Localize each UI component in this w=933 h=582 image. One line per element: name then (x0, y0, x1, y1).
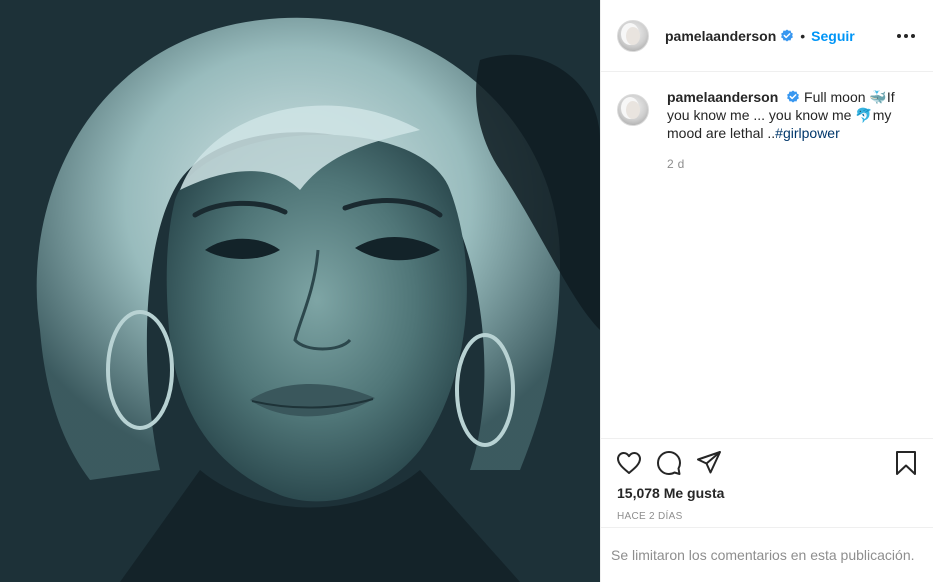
post-caption: pamelaanderson Full moon 🐳If you know me… (617, 88, 917, 173)
caption-time-ago[interactable]: 2 d (667, 155, 917, 173)
verified-badge-icon (780, 29, 794, 43)
follow-button[interactable]: Seguir (811, 28, 855, 44)
comment-icon[interactable] (655, 449, 683, 477)
hashtag-link[interactable]: #girlpower (775, 125, 840, 141)
portrait-illustration (0, 0, 600, 582)
bookmark-icon[interactable] (892, 449, 920, 477)
post-photo[interactable] (0, 0, 600, 582)
post-side-panel: pamelaanderson • Seguir pamelaanderson F… (600, 0, 933, 582)
post-header: pamelaanderson • Seguir (601, 0, 933, 72)
caption-author-username[interactable]: pamelaanderson (667, 89, 778, 105)
heart-icon[interactable] (615, 449, 643, 477)
action-bar (601, 439, 933, 487)
more-options-icon[interactable] (897, 33, 917, 38)
likes-count[interactable]: 15,078 Me gusta (601, 485, 933, 501)
caption-author-avatar[interactable] (617, 94, 649, 126)
author-avatar[interactable] (617, 19, 649, 52)
share-icon[interactable] (695, 449, 723, 477)
separator-dot: • (800, 27, 806, 44)
caption-body: pamelaanderson Full moon 🐳If you know me… (667, 88, 917, 173)
post-date[interactable]: HACE 2 DÍAS (601, 511, 933, 522)
post-actions-area: 15,078 Me gusta HACE 2 DÍAS (601, 438, 933, 522)
comments-limited-notice: Se limitaron los comentarios en esta pub… (601, 527, 933, 582)
comments-section: pamelaanderson Full moon 🐳If you know me… (601, 72, 933, 438)
author-username[interactable]: pamelaanderson (665, 28, 776, 44)
verified-badge-icon (786, 90, 800, 104)
